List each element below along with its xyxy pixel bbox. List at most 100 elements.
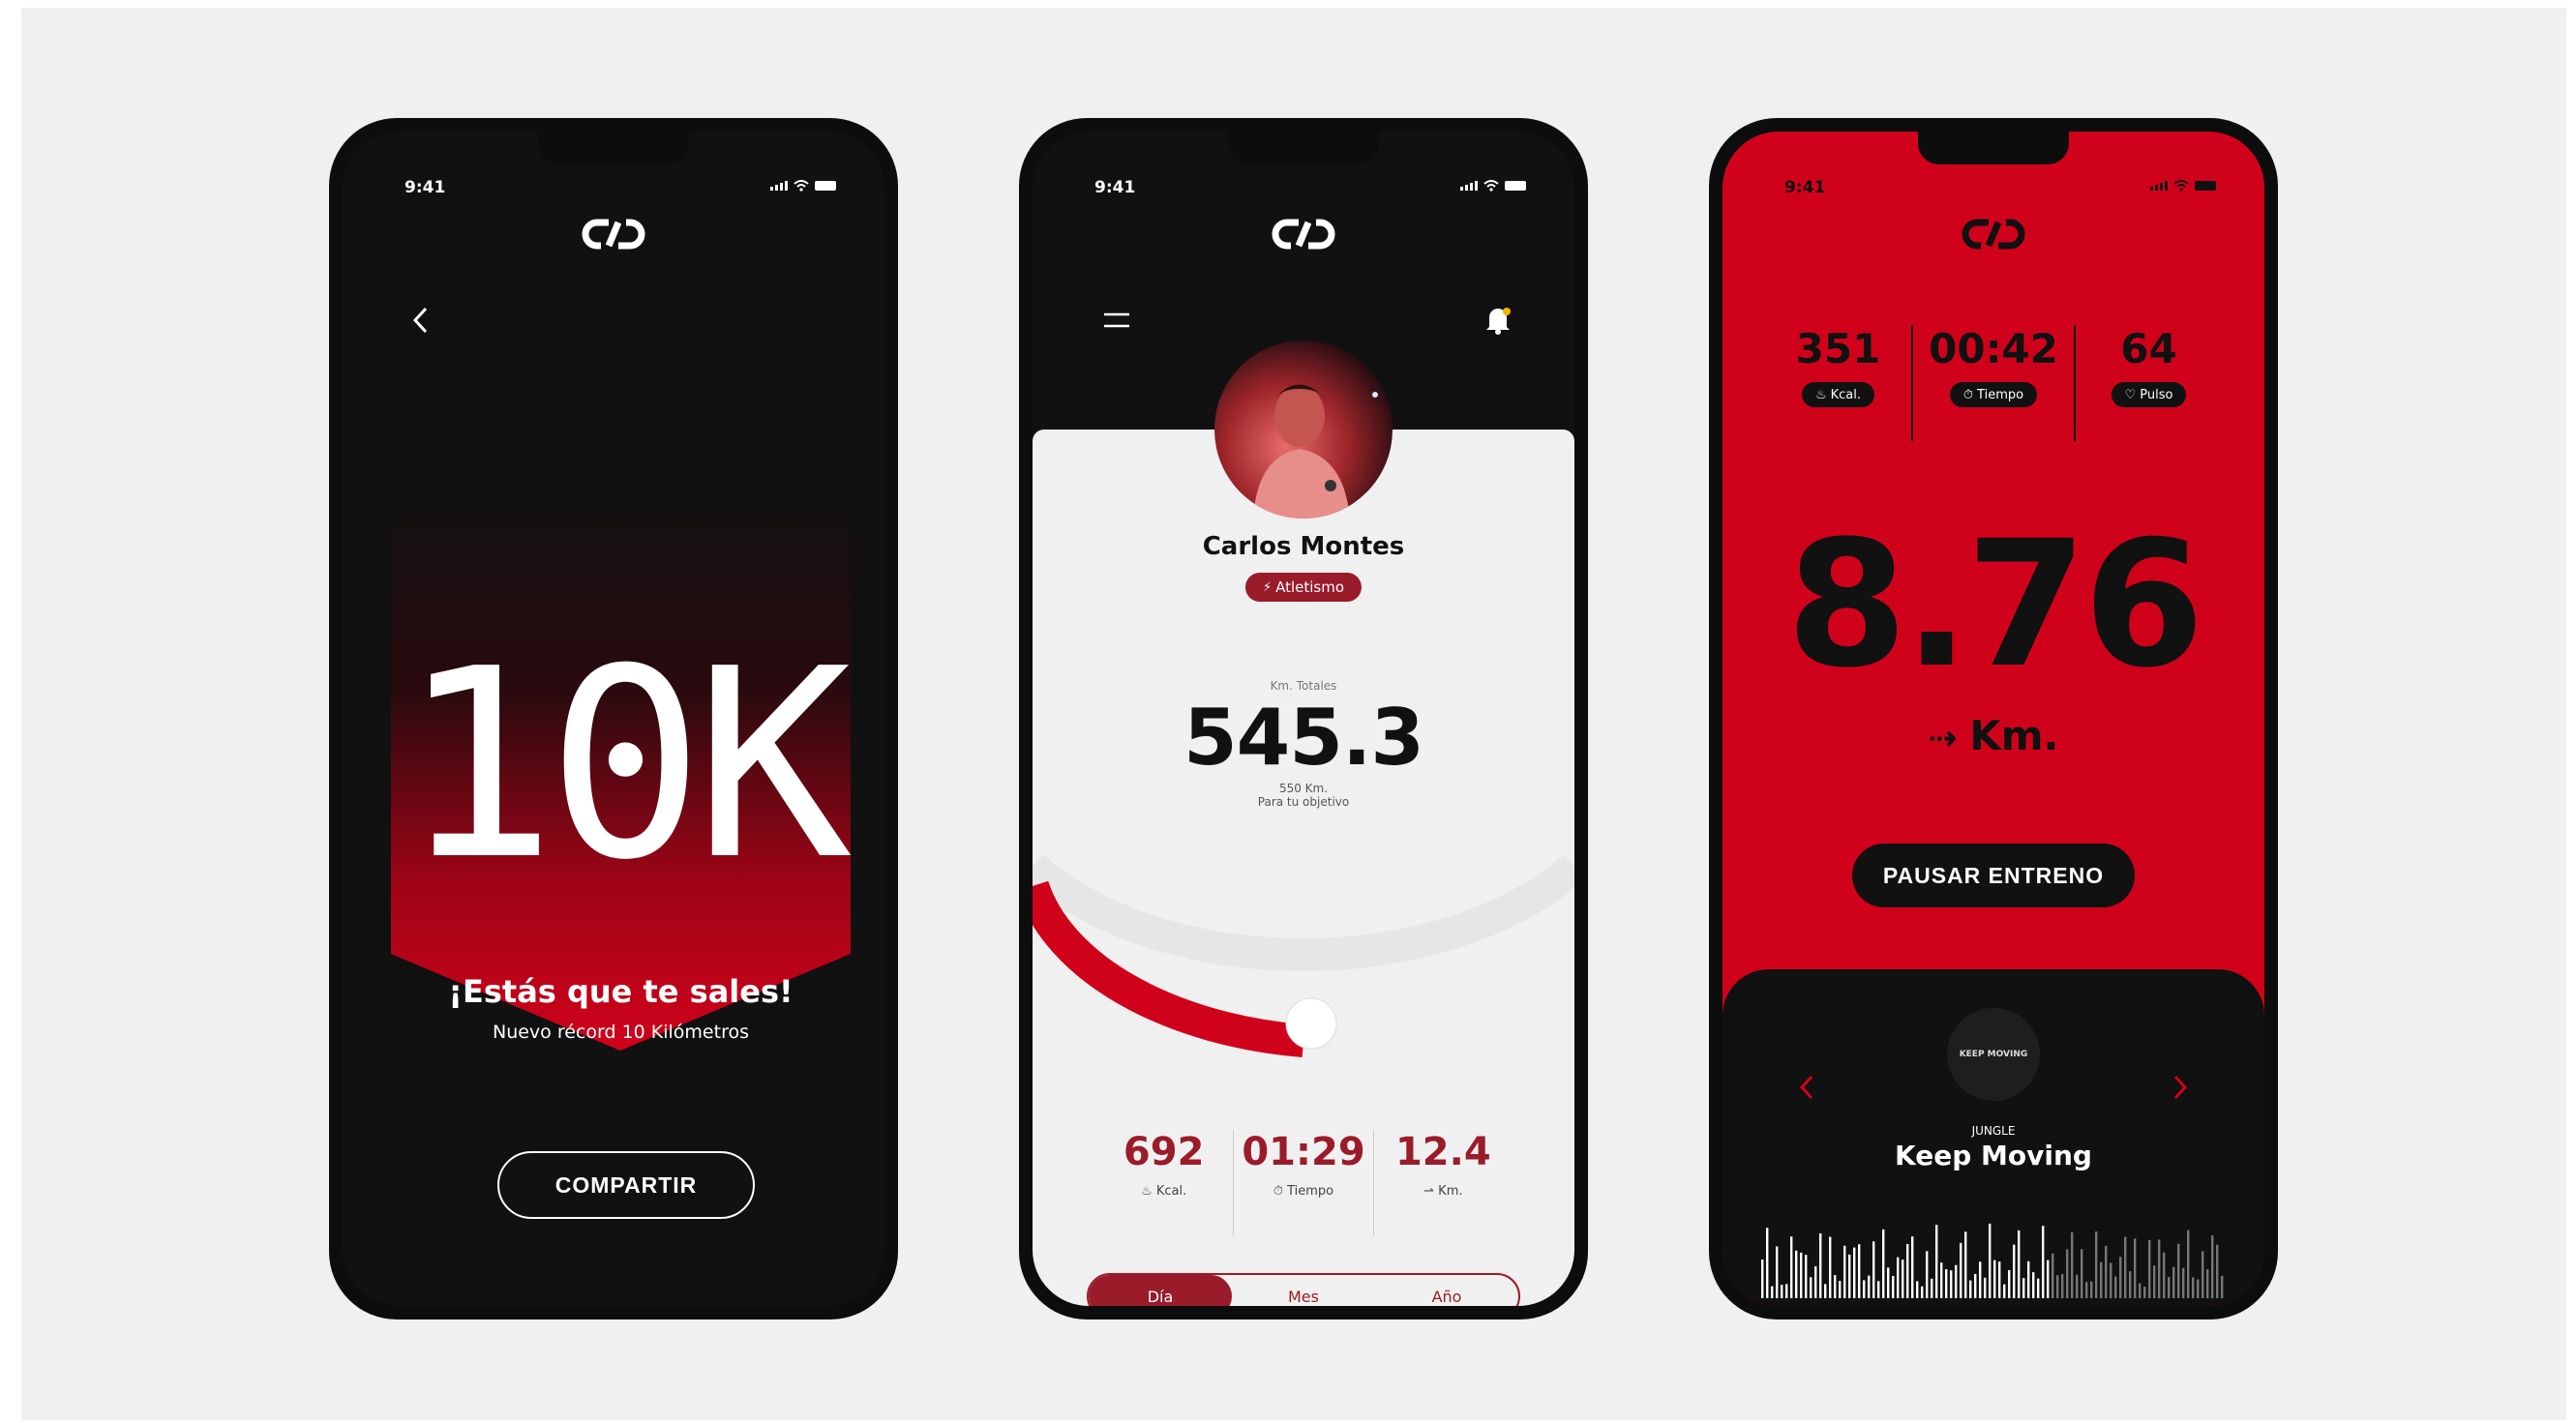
waveform-bar — [1897, 1257, 1900, 1298]
waveform-bar — [1998, 1261, 2001, 1298]
avatar[interactable] — [1214, 341, 1393, 519]
status-icons — [2150, 180, 2216, 192]
goal-arc-knob[interactable] — [1285, 997, 1337, 1050]
flame-icon: ♨ — [1814, 387, 1827, 402]
waveform-bar — [1906, 1244, 1909, 1298]
waveform-bar — [1853, 1247, 1856, 1298]
live-stat-value: 00:42 — [1929, 325, 2058, 372]
workout-screen: 9:41 351 ♨ Kcal. 00:42 ⏱ Tiempo 64 ♡ Pul… — [1722, 132, 2264, 1306]
waveform-bars — [1761, 1223, 2224, 1298]
sport-tag-label: Atletismo — [1275, 578, 1345, 596]
period-tabs: Día Mes Año — [1087, 1273, 1520, 1306]
share-button[interactable]: COMPARTIR — [497, 1151, 755, 1219]
next-track-icon[interactable] — [2172, 1074, 2189, 1101]
waveform-bar — [1785, 1284, 1788, 1298]
waveform-bar — [1795, 1250, 1798, 1298]
back-chevron-icon[interactable] — [410, 306, 432, 335]
status-time: 9:41 — [1094, 178, 1136, 197]
runner-icon: ⇀ — [1423, 1184, 1439, 1199]
waveform-bar — [2202, 1251, 2204, 1298]
sport-tag[interactable]: ⚡ Atletismo — [1244, 573, 1363, 602]
live-stat-pulse: 64 ♡ Pulso — [2076, 325, 2222, 441]
distance-unit: Km. — [1969, 712, 2059, 759]
waveform-bar — [1960, 1242, 1962, 1298]
pause-workout-button[interactable]: PAUSAR ENTRENO — [1852, 844, 2135, 907]
waveform-bar — [1858, 1244, 1861, 1298]
wifi-icon — [2173, 180, 2189, 192]
waveform-bar — [2056, 1275, 2059, 1298]
tab-year[interactable]: Año — [1375, 1275, 1518, 1306]
waveform-bar — [2066, 1249, 2069, 1298]
waveform-bar — [1843, 1245, 1846, 1298]
music-player: KEEP MOVING JUNGLE Keep Moving — [1722, 969, 2264, 1306]
distance-value: 8.76 — [1785, 504, 2204, 706]
status-icons — [1460, 180, 1526, 192]
record-banner: 10K ¡Estás que te sales! Nuevo récord 10… — [391, 499, 852, 1099]
waveform-bar — [1814, 1266, 1817, 1298]
waveform-bar — [2211, 1235, 2214, 1298]
goal-progress-arc — [1033, 854, 1574, 1057]
hamburger-menu-icon[interactable] — [1102, 309, 1131, 332]
waveform-bar — [2090, 1281, 2093, 1298]
goal-arc-track — [1033, 854, 1574, 971]
prev-track-icon[interactable] — [1798, 1074, 1815, 1101]
waveform-bar — [1810, 1277, 1812, 1298]
tab-month[interactable]: Mes — [1232, 1275, 1375, 1306]
stat-label-wrap: ⇀ Km. — [1374, 1184, 1513, 1199]
tab-day[interactable]: Día — [1089, 1275, 1232, 1306]
stopwatch-icon: ⏱ — [1273, 1184, 1288, 1199]
waveform-bar — [2085, 1282, 2088, 1298]
waveform-bar — [2018, 1230, 2021, 1298]
waveform-bar — [1969, 1280, 1972, 1298]
audio-waveform[interactable] — [1761, 1211, 2226, 1298]
waveform-bar — [1805, 1255, 1808, 1298]
waveform-bar — [2206, 1269, 2209, 1298]
live-stat-label: Tiempo — [1977, 387, 2024, 402]
waveform-bar — [1872, 1241, 1875, 1298]
waveform-bar — [2143, 1286, 2146, 1298]
live-stat-chip: ♨ Kcal. — [1801, 382, 1874, 407]
waveform-bar — [2081, 1249, 2083, 1298]
waveform-bar — [1940, 1262, 1943, 1298]
waveform-bar — [2076, 1274, 2079, 1298]
waveform-bar — [1916, 1281, 1919, 1298]
phone-profile-screen: 9:41 Carlos Montes ⚡ Atletismo Km. Total… — [1019, 118, 1588, 1319]
waveform-bar — [2027, 1260, 2030, 1298]
record-subtitle: Nuevo récord 10 Kilómetros — [492, 1022, 749, 1043]
waveform-bar — [2192, 1277, 2195, 1298]
stat-label-wrap: ⏱ Tiempo — [1234, 1184, 1372, 1199]
stat-time: 01:29 ⏱ Tiempo — [1234, 1130, 1372, 1236]
stat-value: 692 — [1123, 1130, 1205, 1174]
waveform-bar — [2061, 1274, 2064, 1298]
waveform-bar — [1766, 1228, 1769, 1298]
waveform-bar — [1950, 1270, 1953, 1298]
track-title: Keep Moving — [1895, 1140, 2092, 1171]
bell-icon[interactable] — [1483, 304, 1513, 335]
waveform-bar — [2187, 1230, 2190, 1298]
waveform-bar — [1964, 1231, 1967, 1298]
stat-label: Kcal. — [1155, 1184, 1187, 1199]
stopwatch-icon: ⏱ — [1962, 387, 1974, 402]
waveform-bar — [1887, 1267, 1890, 1298]
status-icons — [770, 180, 836, 192]
runner-icon: ⇢ — [1928, 719, 1970, 758]
stats-row: 692 ♨ Kcal. 01:29 ⏱ Tiempo 12.4 ⇀ Km. — [1094, 1130, 1513, 1236]
waveform-bar — [1892, 1275, 1895, 1298]
stat-label-wrap: ♨ Kcal. — [1094, 1184, 1233, 1199]
record-screen: 9:41 10K ¡Estás que te sales! Nuevo réco… — [343, 132, 884, 1306]
album-art: KEEP MOVING — [1947, 1008, 2040, 1101]
profile-screen: 9:41 Carlos Montes ⚡ Atletismo Km. Total… — [1033, 132, 1574, 1306]
waveform-bar — [1819, 1232, 1822, 1298]
live-stat-chip: ⏱ Tiempo — [1949, 382, 2038, 407]
waveform-bar — [2163, 1252, 2166, 1298]
waveform-bar — [2095, 1231, 2098, 1298]
brand-logo-icon — [1962, 219, 2025, 250]
waveform-bar — [2168, 1277, 2171, 1298]
waveform-bar — [2052, 1253, 2054, 1298]
waveform-bar — [1945, 1269, 1948, 1298]
waveform-bar — [1993, 1260, 1996, 1298]
stat-value: 12.4 — [1394, 1130, 1491, 1174]
brand-logo-icon — [1272, 219, 1335, 250]
phone-workout-screen: 9:41 351 ♨ Kcal. 00:42 ⏱ Tiempo 64 ♡ Pul… — [1709, 118, 2278, 1319]
live-stat-time: 00:42 ⏱ Tiempo — [1913, 325, 2074, 441]
